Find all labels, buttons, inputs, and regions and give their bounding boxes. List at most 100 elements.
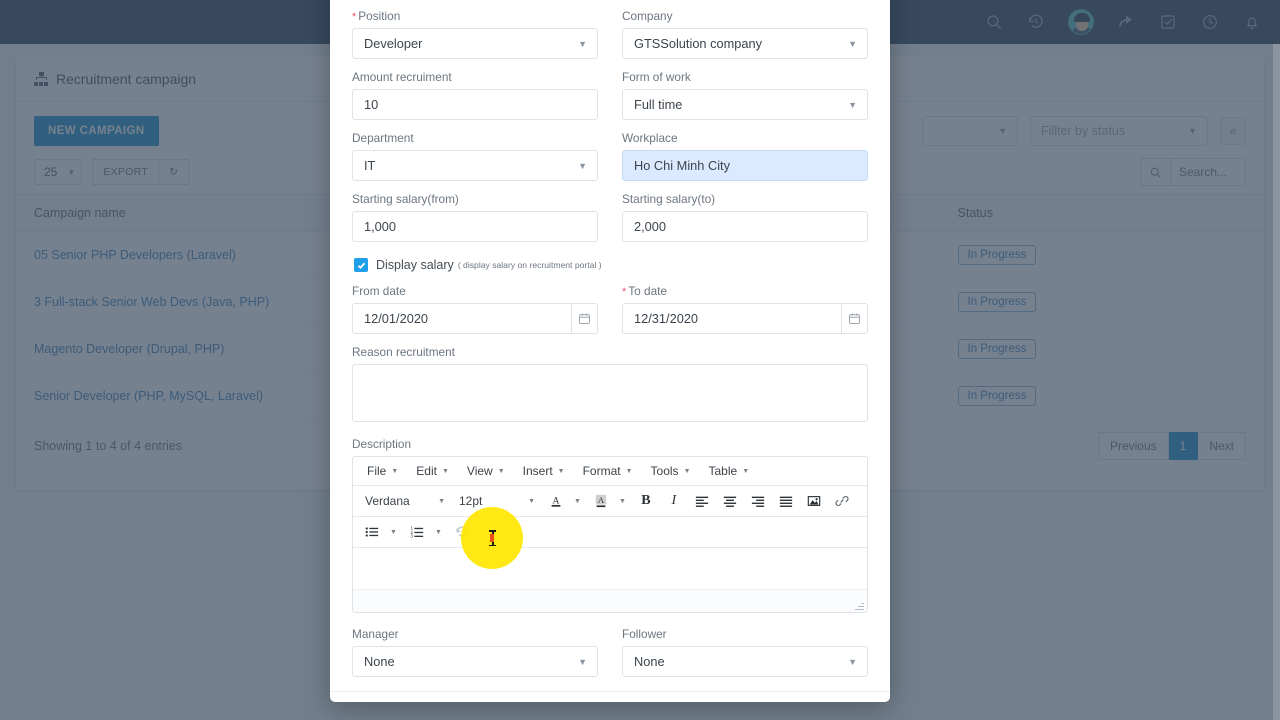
chevron-down-icon: ▼ [683, 467, 691, 475]
field-from-date: From date 12/01/2020 [352, 284, 598, 334]
align-justify-icon[interactable] [773, 489, 799, 513]
to-date-input[interactable]: 12/31/2020 [622, 303, 842, 334]
bullet-list-icon[interactable] [359, 520, 385, 544]
bold-icon[interactable]: B [633, 489, 659, 513]
row-manager-follower: Manager None ▼ Follower None ▼ [352, 627, 868, 677]
field-follower: Follower None ▼ [622, 627, 868, 677]
background-color-icon[interactable]: A [588, 489, 614, 513]
display-salary-hint: ( display salary on recruitment portal ) [457, 260, 602, 270]
to-date-value: 12/31/2020 [634, 311, 699, 326]
align-center-icon[interactable] [717, 489, 743, 513]
label-company: Company [622, 9, 673, 23]
chevron-down-icon: ▼ [625, 467, 633, 475]
label-position: * Position [352, 9, 401, 23]
company-value: GTSSolution company [634, 36, 763, 51]
reason-recruitment-textarea[interactable] [352, 364, 868, 422]
to-date-group: 12/31/2020 [622, 303, 868, 334]
field-salary-from: Starting salary(from) 1,000 [352, 192, 598, 242]
editor-menu-view[interactable]: View ▼ [459, 461, 513, 481]
chevron-down-icon: ▼ [391, 467, 399, 475]
font-size-select[interactable]: 12pt ▼ [453, 490, 541, 512]
department-value: IT [364, 158, 376, 173]
label-follower: Follower [622, 627, 667, 641]
editor-menu-table[interactable]: Table ▼ [701, 461, 758, 481]
chevron-down-icon: ▼ [557, 467, 565, 475]
row-salary: Starting salary(from) 1,000 Starting sal… [352, 192, 868, 242]
chevron-down-icon: ▼ [848, 99, 857, 110]
italic-icon[interactable]: I [661, 489, 687, 513]
chevron-down-icon[interactable]: ▼ [430, 529, 447, 536]
department-select[interactable]: IT ▼ [352, 150, 598, 181]
from-date-input[interactable]: 12/01/2020 [352, 303, 572, 334]
chevron-down-icon[interactable]: ▼ [385, 529, 402, 536]
editor-menu-file[interactable]: File ▼ [359, 461, 406, 481]
chevron-down-icon: ▼ [438, 497, 445, 505]
align-left-icon[interactable] [689, 489, 715, 513]
label-to-date: * To date [622, 284, 667, 298]
description-rich-text-editor: File ▼ Edit ▼ View ▼ Insert ▼ Format ▼ Tools ▼… [352, 456, 868, 613]
field-reason-recruitment: Reason recruitment [352, 345, 868, 425]
label-manager: Manager [352, 627, 399, 641]
editor-status-bar [353, 590, 867, 612]
company-select[interactable]: GTSSolution company ▼ [622, 28, 868, 59]
label-form-of-work: Form of work [622, 70, 691, 84]
bullet-list-split: ▼ [359, 520, 402, 544]
align-right-icon[interactable] [745, 489, 771, 513]
position-select[interactable]: Developer ▼ [352, 28, 598, 59]
row-dates: From date 12/01/2020 * To date 12/31/2020 [352, 284, 868, 334]
form-of-work-select[interactable]: Full time ▼ [622, 89, 868, 120]
description-editor-content[interactable] [353, 548, 867, 590]
manager-select[interactable]: None ▼ [352, 646, 598, 677]
editor-toolbar-row-1: Verdana ▼ 12pt ▼ A ▼ A ▼ B I [353, 486, 867, 517]
label-amount-recruiment: Amount recruiment [352, 70, 452, 84]
row-amount-formofwork: Amount recruiment 10 Form of work Full t… [352, 70, 868, 120]
chevron-down-icon: ▼ [441, 467, 449, 475]
salary-from-input[interactable]: 1,000 [352, 211, 598, 242]
svg-text:3: 3 [410, 534, 413, 539]
calendar-icon[interactable] [571, 303, 598, 334]
salary-to-value: 2,000 [634, 219, 667, 234]
from-date-group: 12/01/2020 [352, 303, 598, 334]
field-to-date: * To date 12/31/2020 [622, 284, 868, 334]
workplace-input[interactable]: Ho Chi Minh City [622, 150, 868, 181]
display-salary-checkbox[interactable] [354, 258, 368, 272]
label-workplace: Workplace [622, 131, 678, 145]
insert-image-icon[interactable] [801, 489, 827, 513]
chevron-down-icon[interactable]: ▼ [614, 498, 631, 505]
calendar-icon[interactable] [841, 303, 868, 334]
display-salary-row[interactable]: Display salary ( display salary on recru… [354, 258, 868, 272]
field-form-of-work: Form of work Full time ▼ [622, 70, 868, 120]
undo-icon [449, 520, 475, 544]
chevron-down-icon: ▼ [848, 38, 857, 49]
editor-menu-edit[interactable]: Edit ▼ [408, 461, 457, 481]
chevron-down-icon: ▼ [578, 38, 587, 49]
salary-to-input[interactable]: 2,000 [622, 211, 868, 242]
editor-menu-format[interactable]: Format ▼ [575, 461, 641, 481]
display-salary-label: Display salary [376, 258, 454, 272]
numbered-list-icon[interactable]: 123 [404, 520, 430, 544]
follower-select[interactable]: None ▼ [622, 646, 868, 677]
text-color-icon[interactable]: A [543, 489, 569, 513]
chevron-down-icon: ▼ [528, 497, 535, 505]
label-reason-recruitment: Reason recruitment [352, 345, 455, 359]
font-family-select[interactable]: Verdana ▼ [359, 490, 451, 512]
editor-resize-handle[interactable] [855, 601, 864, 610]
required-marker: * [622, 286, 627, 298]
from-date-value: 12/01/2020 [364, 311, 429, 326]
editor-menu-tools[interactable]: Tools ▼ [643, 461, 699, 481]
editor-menu-insert[interactable]: Insert ▼ [515, 461, 573, 481]
chevron-down-icon[interactable]: ▼ [569, 498, 586, 505]
chevron-down-icon: ▼ [848, 656, 857, 667]
chevron-down-icon: ▼ [497, 467, 505, 475]
insert-link-icon[interactable] [829, 489, 855, 513]
field-department: Department IT ▼ [352, 131, 598, 181]
label-salary-to: Starting salary(to) [622, 192, 716, 206]
font-size-value: 12pt [459, 494, 483, 508]
follower-value: None [634, 654, 665, 669]
amount-recruiment-input[interactable]: 10 [352, 89, 598, 120]
numbered-list-split: 123 ▼ [404, 520, 447, 544]
page-scrollbar[interactable] [1273, 44, 1280, 720]
check-icon [357, 262, 365, 269]
chevron-down-icon: ▼ [742, 467, 750, 475]
field-company: Company GTSSolution company ▼ [622, 9, 868, 59]
